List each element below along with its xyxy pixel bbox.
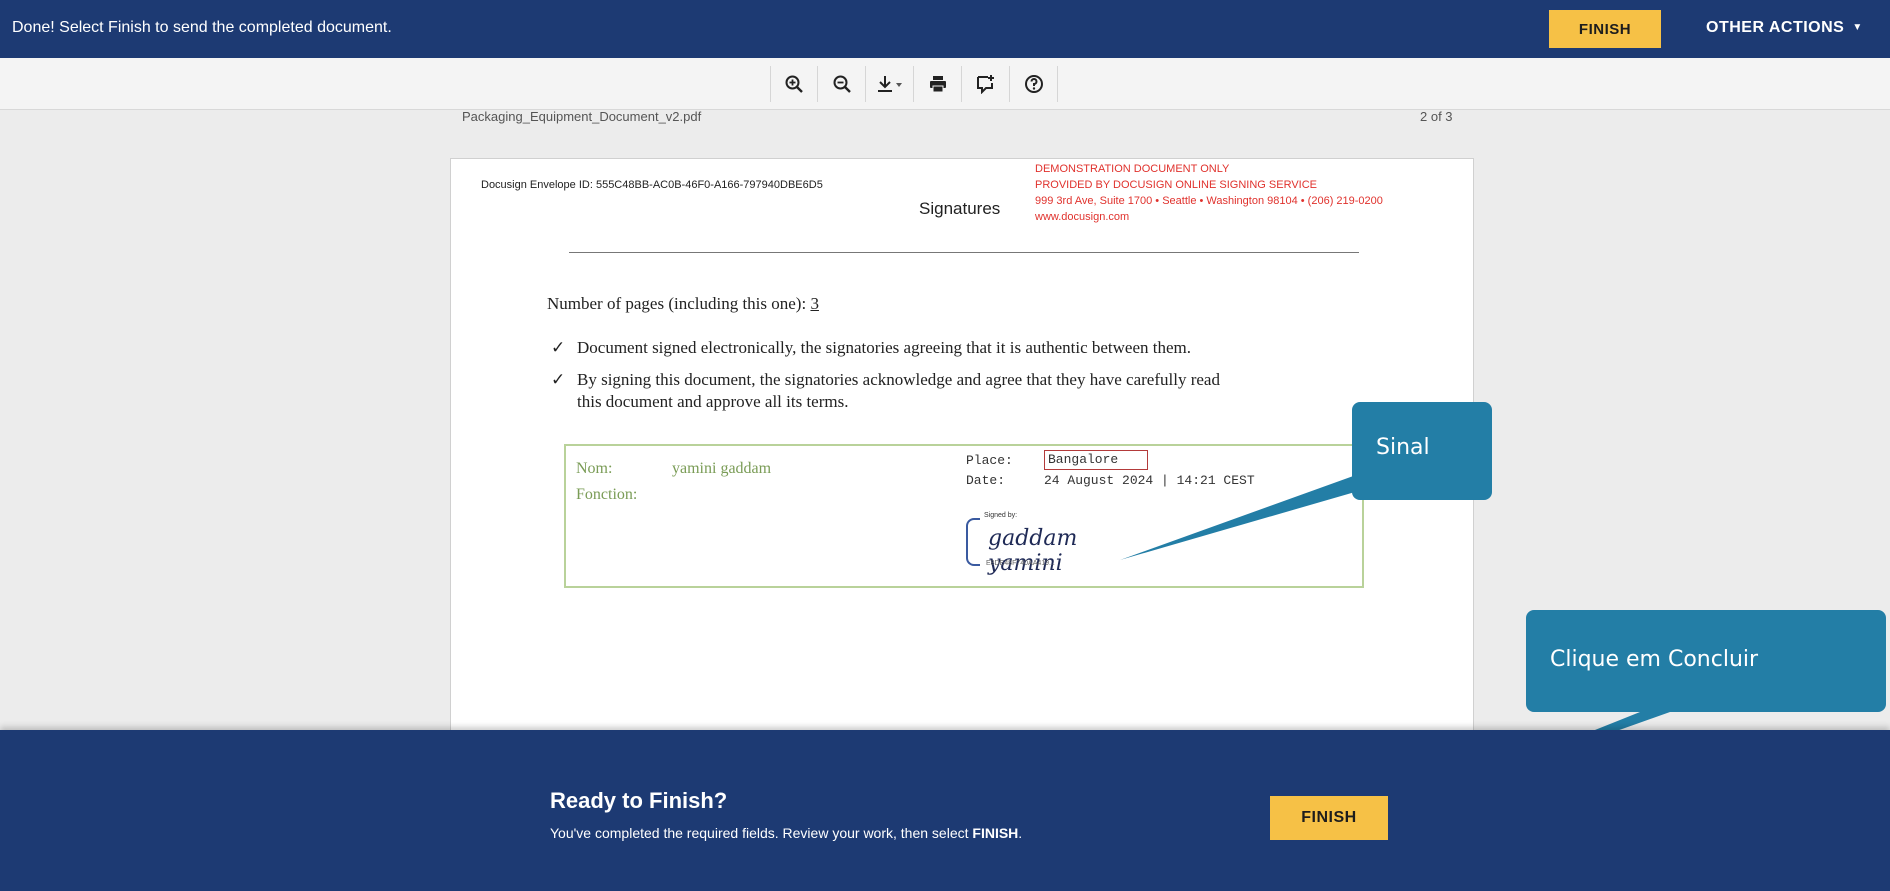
page-indicator: 2 of 3	[1420, 109, 1453, 124]
fonction-label: Fonction:	[576, 486, 638, 503]
zoom-out-button[interactable]	[818, 66, 866, 102]
sign-callout-text: Sinal	[1376, 435, 1430, 460]
finish-callout-text: Clique em Concluir	[1550, 647, 1759, 672]
help-icon	[1024, 75, 1043, 93]
pages-count-value: 3	[810, 294, 819, 313]
signature-id: E8DE48F740AA419...	[986, 560, 1055, 567]
banner-subtitle-text: You've completed the required fields. Re…	[550, 825, 973, 841]
chevron-down-icon: ▼	[1852, 22, 1863, 34]
checkmark-icon: ✓	[551, 370, 566, 389]
finish-button-bottom[interactable]: FINISH	[1270, 796, 1388, 840]
signature-box: Nom: yamini gaddam Fonction: Place: Bang…	[564, 444, 1364, 588]
signature-bracket	[966, 518, 980, 566]
other-actions-label: OTHER ACTIONS	[1706, 19, 1845, 36]
ready-to-finish-banner: Ready to Finish? You've completed the re…	[0, 730, 1890, 891]
document-page: Docusign Envelope ID: 555C48BB-AC0B-46F0…	[450, 158, 1474, 738]
print-icon	[929, 76, 946, 93]
demo-notice-line: PROVIDED BY DOCUSIGN ONLINE SIGNING SERV…	[1035, 179, 1317, 191]
envelope-id: Docusign Envelope ID: 555C48BB-AC0B-46F0…	[481, 179, 823, 191]
download-button[interactable]	[866, 66, 914, 102]
add-comment-icon	[976, 75, 994, 94]
completion-message: Done! Select Finish to send the complete…	[12, 19, 392, 36]
date-value: 24 August 2024 | 14:21 CEST	[1044, 473, 1255, 488]
place-label: Place:	[966, 453, 1013, 468]
download-icon	[877, 76, 902, 92]
banner-subtitle-end: .	[1018, 825, 1023, 841]
print-button[interactable]	[914, 66, 962, 102]
divider	[569, 252, 1359, 253]
banner-subtitle-emphasis: FINISH	[972, 825, 1019, 841]
place-field[interactable]: Bangalore	[1044, 450, 1148, 470]
section-title: Signatures	[919, 199, 1001, 218]
demo-notice-line: www.docusign.com	[1035, 211, 1130, 223]
demo-notice-line: 999 3rd Ave, Suite 1700 • Seattle • Wash…	[1035, 195, 1383, 207]
checklist-text: Document signed electronically, the sign…	[577, 338, 1192, 357]
zoom-out-icon	[833, 75, 851, 93]
pages-count-label: Number of pages (including this one):	[547, 294, 811, 313]
finish-callout: Clique em Concluir	[1526, 610, 1886, 712]
sign-callout: Sinal	[1352, 402, 1492, 500]
nom-label: Nom:	[576, 460, 613, 477]
demo-notice-line: DEMONSTRATION DOCUMENT ONLY	[1035, 163, 1230, 175]
demo-notice: DEMONSTRATION DOCUMENT ONLY PROVIDED BY …	[1035, 161, 1383, 225]
signature: gaddam yamini	[988, 526, 1078, 576]
checklist-text: By signing this document, the signatorie…	[577, 370, 1220, 411]
document-filename: Packaging_Equipment_Document_v2.pdf	[462, 109, 702, 124]
toolbar-group	[770, 66, 1058, 102]
checklist-item: ✓ By signing this document, the signator…	[551, 369, 1237, 413]
checkmark-icon: ✓	[551, 338, 566, 357]
viewer-toolbar	[0, 58, 1890, 110]
finish-button-top[interactable]: FINISH	[1549, 10, 1661, 48]
pages-count-line: Number of pages (including this one): 3	[547, 294, 819, 314]
signature-field[interactable]: Signed by: gaddam yamini E8DE48F740AA419…	[966, 512, 1131, 576]
nom-value: yamini gaddam	[672, 460, 772, 477]
date-label: Date:	[966, 473, 1006, 488]
signed-by-label: Signed by:	[984, 512, 1018, 519]
zoom-in-button[interactable]	[770, 66, 818, 102]
banner-title: Ready to Finish?	[550, 788, 728, 813]
top-bar: Done! Select Finish to send the complete…	[0, 0, 1890, 58]
docusign-signing-screen: Done! Select Finish to send the complete…	[0, 0, 1890, 891]
add-comment-button[interactable]	[962, 66, 1010, 102]
help-button[interactable]	[1010, 66, 1058, 102]
other-actions-menu[interactable]: OTHER ACTIONS ▼	[1706, 19, 1863, 37]
zoom-in-icon	[785, 75, 803, 93]
checklist-item: ✓ Document signed electronically, the si…	[551, 337, 1377, 359]
banner-subtitle: You've completed the required fields. Re…	[550, 825, 1022, 841]
